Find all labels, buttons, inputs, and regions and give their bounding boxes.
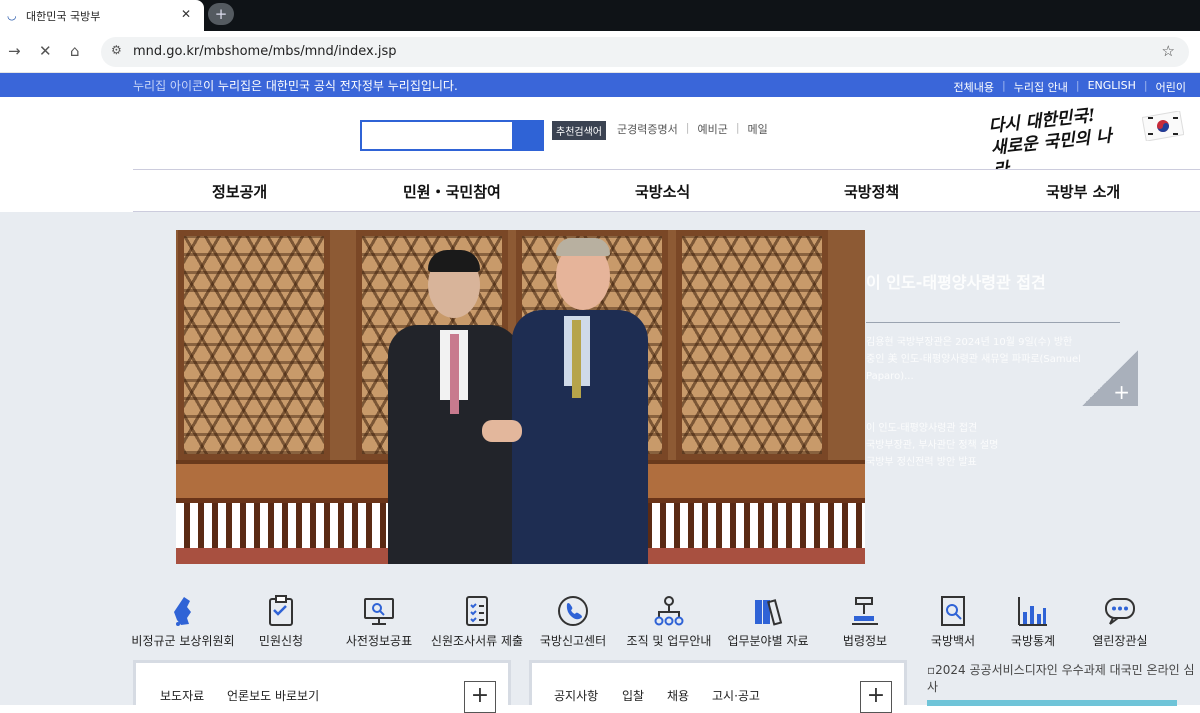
tab-title: 대한민국 국방부 [26,10,101,23]
quickmenu-label: 사전정보공표 [345,634,413,648]
quickmenu-label: 업무분야별 자료 [727,634,809,648]
main-navigation: 정보공개 민원・국민참여 국방소식 국방정책 국방부 소개 [133,169,1200,212]
lower-section: 보도자료 언론보도 바로보기 + 공지사항 입찰 채용 고시·공고 + ▫202… [0,660,1200,713]
feature-more-button[interactable]: + [1082,350,1138,406]
nav-civil-participation[interactable]: 민원・국민참여 [403,181,501,202]
header-quick-links: 군경력증명서 | 예비군 | 메일 [617,121,768,137]
util-link-english[interactable]: ENGLISH [1088,79,1136,95]
quickmenu-item[interactable]: 사전정보공표 [324,594,434,649]
quickmenu-item[interactable]: 업무분야별 자료 [713,594,823,649]
tab-media-reports[interactable]: 언론보도 바로보기 [227,687,319,704]
feature-related-item[interactable]: 국방부장관, 부사관단 정책 설명 [866,437,998,454]
utility-links: 전체내용 | 누리집 안내 | ENGLISH | 어린이 [953,79,1186,95]
feature-photo[interactable] [176,230,865,564]
tab-recruitment[interactable]: 채용 [667,687,689,704]
nav-defense-policy[interactable]: 국방정책 [844,181,899,202]
feature-related-item[interactable]: 이 인도-태평양사령관 접견 [866,420,998,437]
quickmenu-label: 국방신고센터 [539,634,607,648]
util-link-kids[interactable]: 어린이 [1156,79,1186,95]
feature-divider [866,322,1120,323]
feature-related-list: 이 인도-태평양사령관 접견 국방부장관, 부사관단 정책 설명 국방부 정신전… [866,420,998,471]
nuri-notice-text: 이 누리집은 대한민국 공식 전자정부 누리집입니다. [203,79,458,93]
feature-related-item[interactable]: 국방부 정신전력 방안 발표 [866,454,998,471]
quickmenu-item[interactable]: 민원신청 [226,594,336,649]
bar-chart-icon [1018,597,1047,626]
nav-about-ministry[interactable]: 국방부 소개 [1046,181,1120,202]
quick-menu: 비정규군 보상위원회 민원신청 사전정보공표 신원조사서류 제출 국방신고센터 … [0,584,1200,660]
quickmenu-item[interactable]: 신원조사서류 제출 [422,594,532,649]
tab-announcements[interactable]: 고시·공고 [712,687,760,704]
promo-banner[interactable]: ▫2024 공공서비스디자인 우수과제 대국민 온라인 심사 [927,662,1197,706]
util-link-sitemap[interactable]: 전체내용 [954,79,994,95]
quickmenu-label: 신원조사서류 제출 [430,634,524,648]
address-bar[interactable]: ⚙ mnd.go.kr/mbshome/mbs/mnd/index.jsp ☆ [101,37,1189,67]
nav-defense-news[interactable]: 국방소식 [635,181,690,202]
quickmenu-item[interactable]: 열린장관실 [1065,594,1175,649]
quickmenu-label: 민원신청 [258,634,304,648]
nuri-notice: 누리집 아이콘이 누리집은 대한민국 공식 전자정부 누리집입니다. [133,77,458,94]
new-tab-button[interactable]: + [208,3,234,25]
banner-alt-text: 2024 공공서비스디자인 우수과제 대국민 온라인 심사 [927,663,1195,694]
chat-icon [1105,598,1135,625]
site-search [360,120,544,151]
quickmenu-item[interactable]: 비정규군 보상위원회 [128,594,238,649]
plus-icon: + [1113,380,1130,404]
tab-bids[interactable]: 입찰 [622,687,644,704]
government-notice-strip: 누리집 아이콘이 누리집은 대한민국 공식 전자정부 누리집입니다. 전체내용 |… [0,73,1200,97]
tab-notices[interactable]: 공지사항 [554,687,598,704]
site-info-icon[interactable]: ⚙ [111,43,122,57]
press-more-button[interactable]: + [464,681,496,713]
binders-icon [755,599,783,626]
feature-news-title[interactable]: 이 인도-태평양사령관 접견 [866,269,1046,293]
browser-tab[interactable]: ◡ 대한민국 국방부 ✕ [0,0,204,31]
recommended-search-label[interactable]: 추천검색어 [552,121,606,140]
feature-summary-line: Paparo)... [866,371,914,382]
browser-toolbar: → ✕ ⌂ ⚙ mnd.go.kr/mbshome/mbs/mnd/index.… [0,31,1200,73]
quickmenu-item[interactable]: 조직 및 업무안내 [614,594,724,649]
quick-link-mail[interactable]: 메일 [748,121,768,137]
bookmark-star-icon[interactable]: ☆ [1162,42,1175,60]
checklist-icon [466,596,488,626]
site-header: 추천검색어 군경력증명서 | 예비군 | 메일 다시 대한민국! 새로운 국민의 나… [0,97,1200,181]
search-button[interactable] [512,122,542,149]
url-text: mnd.go.kr/mbshome/mbs/mnd/index.jsp [133,44,397,59]
util-link-guide[interactable]: 누리집 안내 [1014,79,1068,95]
quick-link-career-cert[interactable]: 군경력증명서 [617,121,678,137]
feature-summary-line: 중인 美 인도-태평양사령관 새뮤얼 파파로(Samuel [866,354,1081,365]
phone-icon [558,596,588,626]
site-favicon-icon: ◡ [7,9,17,22]
quickmenu-label: 비정규군 보상위원회 [131,634,235,648]
slogan: 다시 대한민국! 새로운 국민의 나라 [988,102,1123,181]
nuri-logo-alt: 누리집 아이콘 [133,79,204,93]
nav-info-disclosure[interactable]: 정보공개 [212,181,267,202]
quickmenu-item[interactable]: 국방신고센터 [518,594,628,649]
main-visual: 이 인도-태평양사령관 접견 김용현 국방부장관은 2024년 10월 9일(수… [0,212,1200,584]
press-board: 보도자료 언론보도 바로보기 + [133,660,511,713]
taegukgi-flag-icon [1142,111,1184,141]
clipboard-icon [269,595,293,626]
quick-link-reserve[interactable]: 예비군 [697,121,727,137]
home-icon[interactable]: ⌂ [70,42,80,60]
monitor-search-icon [364,598,394,625]
feature-summary-line: 김용현 국방부장관은 2024년 10월 9일(수) 방한 [866,337,1073,348]
stop-loading-icon[interactable]: ✕ [39,42,52,60]
search-input[interactable] [362,122,514,149]
forward-icon[interactable]: → [8,42,21,60]
gavel-icon [852,597,878,625]
tab-close-button[interactable]: ✕ [181,7,191,21]
notice-more-button[interactable]: + [860,681,892,713]
broken-image-icon: ▫ [927,663,936,677]
quickmenu-label: 조직 및 업무안내 [626,634,712,648]
tab-press-release[interactable]: 보도자료 [160,687,204,704]
book-search-icon [941,596,965,626]
notice-board: 공지사항 입찰 채용 고시·공고 + [529,660,907,713]
browser-tab-bar: ◡ 대한민국 국방부 ✕ + [0,0,1200,31]
feature-summary: 김용현 국방부장관은 2024년 10월 9일(수) 방한 중인 美 인도-태평… [866,334,1081,385]
org-chart-icon [654,596,684,626]
quickmenu-label: 열린장관실 [1092,634,1148,648]
banner-color-bar [927,700,1177,706]
korea-map-icon [174,597,191,626]
